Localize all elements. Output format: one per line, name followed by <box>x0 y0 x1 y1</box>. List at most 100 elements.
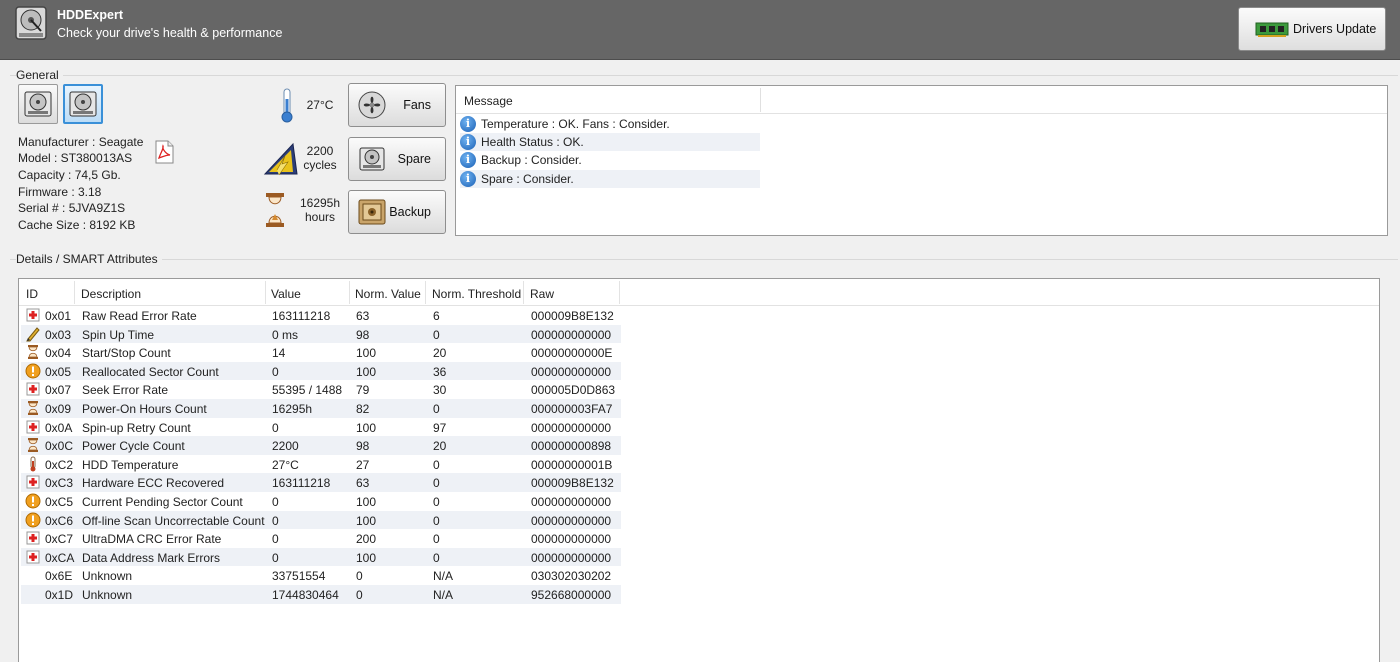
drive-select-button-2[interactable] <box>63 84 103 124</box>
cell-id: 0xC3 <box>45 476 74 491</box>
hours-unit: hours <box>304 210 336 224</box>
table-row[interactable]: 0x07 Seek Error Rate 55395 / 1488 79 30 00000… <box>21 380 621 399</box>
table-row[interactable]: 0x05 Reallocated Sector Count 0 100 36 000000… <box>21 361 621 381</box>
message-text: Temperature : OK. Fans : Consider. <box>481 117 670 131</box>
smart-group-border <box>10 259 1398 260</box>
cell-id: 0x01 <box>45 309 72 323</box>
table-row[interactable]: 0xC7 UltraDMA CRC Error Rate 0 200 0 00000000… <box>21 529 621 548</box>
cell-description: Current Pending Sector Count <box>82 495 243 509</box>
column-header-raw[interactable]: Raw <box>530 287 554 301</box>
cell-description: Start/Stop Count <box>82 346 171 361</box>
cell-norm-threshold: N/A <box>433 588 454 602</box>
cell-raw: 000000003FA7 <box>531 402 613 416</box>
drive-select-button-1[interactable] <box>18 84 58 124</box>
pencil-icon <box>26 326 40 342</box>
cell-norm-value: 63 <box>356 309 370 323</box>
thermometer-icon <box>30 456 36 472</box>
cell-norm-value: 98 <box>356 439 370 454</box>
temperature-value: 27°C <box>306 98 334 112</box>
table-row[interactable]: 0xC6 Off-line Scan Uncorrectable Count 0 10… <box>21 510 621 530</box>
column-header-value[interactable]: Value <box>271 287 301 301</box>
cell-raw: 000000000000 <box>531 327 612 342</box>
cell-norm-value: 0 <box>356 588 363 602</box>
column-header-norm-value[interactable]: Norm. Value <box>355 287 421 301</box>
backup-button[interactable]: Backup <box>348 190 446 234</box>
warning-icon <box>25 512 41 528</box>
cell-id: 0x07 <box>45 383 72 398</box>
info-icon: i <box>460 116 476 132</box>
column-header-description[interactable]: Description <box>81 287 141 301</box>
cell-norm-threshold: 0 <box>433 532 440 547</box>
cell-norm-threshold: 0 <box>433 476 440 491</box>
table-row[interactable]: 0x6E Unknown 33751554 0 N/A 030302030202 <box>21 566 621 585</box>
table-row[interactable]: 0x0A Spin-up Retry Count 0 100 97 00000000000… <box>21 418 621 437</box>
cell-id: 0xC5 <box>45 495 74 509</box>
message-item[interactable]: i Health Status : OK. <box>460 133 760 151</box>
column-header-id[interactable]: ID <box>26 287 38 301</box>
red-cross-icon <box>26 475 40 489</box>
hourglass-icon <box>28 345 38 360</box>
table-row[interactable]: 0xC5 Current Pending Sector Count 0 100 0 000… <box>21 492 621 511</box>
cell-id: 0x04 <box>45 346 72 361</box>
app-subtitle: Check your drive's health & performance <box>57 26 283 40</box>
smart-attributes-table[interactable]: ID Description Value Norm. Value Norm. T… <box>18 278 1380 662</box>
cell-value: 2200 <box>272 439 299 454</box>
backup-button-label: Backup <box>389 205 431 219</box>
spare-button[interactable]: Spare <box>348 137 446 181</box>
table-row[interactable]: 0x04 Start/Stop Count 14 100 20 00000000000E <box>21 343 621 362</box>
message-list[interactable]: Message i Temperature : OK. Fans : Consi… <box>455 85 1388 236</box>
cell-norm-value: 0 <box>356 569 363 584</box>
hard-drive-icon <box>15 6 47 40</box>
safe-icon <box>358 199 386 225</box>
message-item[interactable]: i Backup : Consider. <box>460 151 760 169</box>
cell-norm-value: 63 <box>356 476 370 491</box>
cell-id: 0xC2 <box>45 457 74 472</box>
table-row[interactable]: 0x03 Spin Up Time 0 ms 98 0 000000000000 <box>21 324 621 344</box>
column-header-norm-threshold[interactable]: Norm. Threshold <box>432 287 521 301</box>
model-text: Model : ST380013AS <box>18 151 133 165</box>
message-item[interactable]: i Spare : Consider. <box>460 170 760 188</box>
fan-icon <box>358 91 386 119</box>
warning-icon <box>25 493 41 509</box>
table-row[interactable]: 0xCA Data Address Mark Errors 0 100 0 0000000… <box>21 547 621 567</box>
table-row[interactable]: 0x01 Raw Read Error Rate 163111218 63 6 00000… <box>21 306 621 325</box>
cell-norm-threshold: 0 <box>433 513 440 528</box>
cell-raw: 000000000898 <box>531 439 612 454</box>
hard-drive-icon <box>69 91 97 117</box>
table-row[interactable]: 0x1D Unknown 1744830464 0 N/A 952668000000 <box>21 585 621 604</box>
red-cross-icon <box>26 308 40 322</box>
cell-description: Power-On Hours Count <box>82 402 207 416</box>
cell-id: 0x05 <box>45 364 72 379</box>
cell-description: Spin Up Time <box>82 327 155 342</box>
table-row[interactable]: 0x0C Power Cycle Count 2200 98 20 00000000089… <box>21 436 621 455</box>
cell-description: Seek Error Rate <box>82 383 169 398</box>
cell-norm-threshold: 0 <box>433 550 440 565</box>
cell-norm-value: 100 <box>356 420 377 435</box>
cycles-unit: cycles <box>303 158 337 172</box>
cell-description: Unknown <box>82 588 133 602</box>
cell-norm-threshold: 0 <box>433 457 440 472</box>
table-row[interactable]: 0x09 Power-On Hours Count 16295h 82 0 0000000… <box>21 399 621 418</box>
cell-norm-value: 100 <box>356 550 377 565</box>
cell-value: 0 <box>272 420 279 435</box>
message-list-header: Message <box>456 86 1387 114</box>
red-cross-icon <box>26 382 40 396</box>
cache-size-text: Cache Size : 8192 KB <box>18 218 136 232</box>
fans-button[interactable]: Fans <box>348 83 446 127</box>
message-text: Health Status : OK. <box>481 135 584 149</box>
table-row[interactable]: 0xC3 Hardware ECC Recovered 163111218 63 0 00… <box>21 473 621 492</box>
cell-id: 0x09 <box>45 402 72 416</box>
cell-value: 55395 / 1488 <box>272 383 343 398</box>
cell-norm-value: 79 <box>356 383 370 398</box>
message-column-header[interactable]: Message <box>464 94 513 108</box>
table-row[interactable]: 0xC2 HDD Temperature 27°C 27 0 00000000001B <box>21 455 621 474</box>
cell-norm-threshold: 0 <box>433 495 440 509</box>
message-item[interactable]: i Temperature : OK. Fans : Consider. <box>460 115 760 133</box>
cell-norm-threshold: 97 <box>433 420 447 435</box>
hourglass-icon <box>266 193 284 227</box>
cell-description: Power Cycle Count <box>82 439 185 454</box>
cell-norm-value: 100 <box>356 513 377 528</box>
pdf-report-icon[interactable] <box>152 140 176 164</box>
drivers-update-button[interactable]: Drivers Update <box>1238 7 1386 51</box>
app-header: HDDExpert Check your drive's health & pe… <box>0 0 1400 60</box>
